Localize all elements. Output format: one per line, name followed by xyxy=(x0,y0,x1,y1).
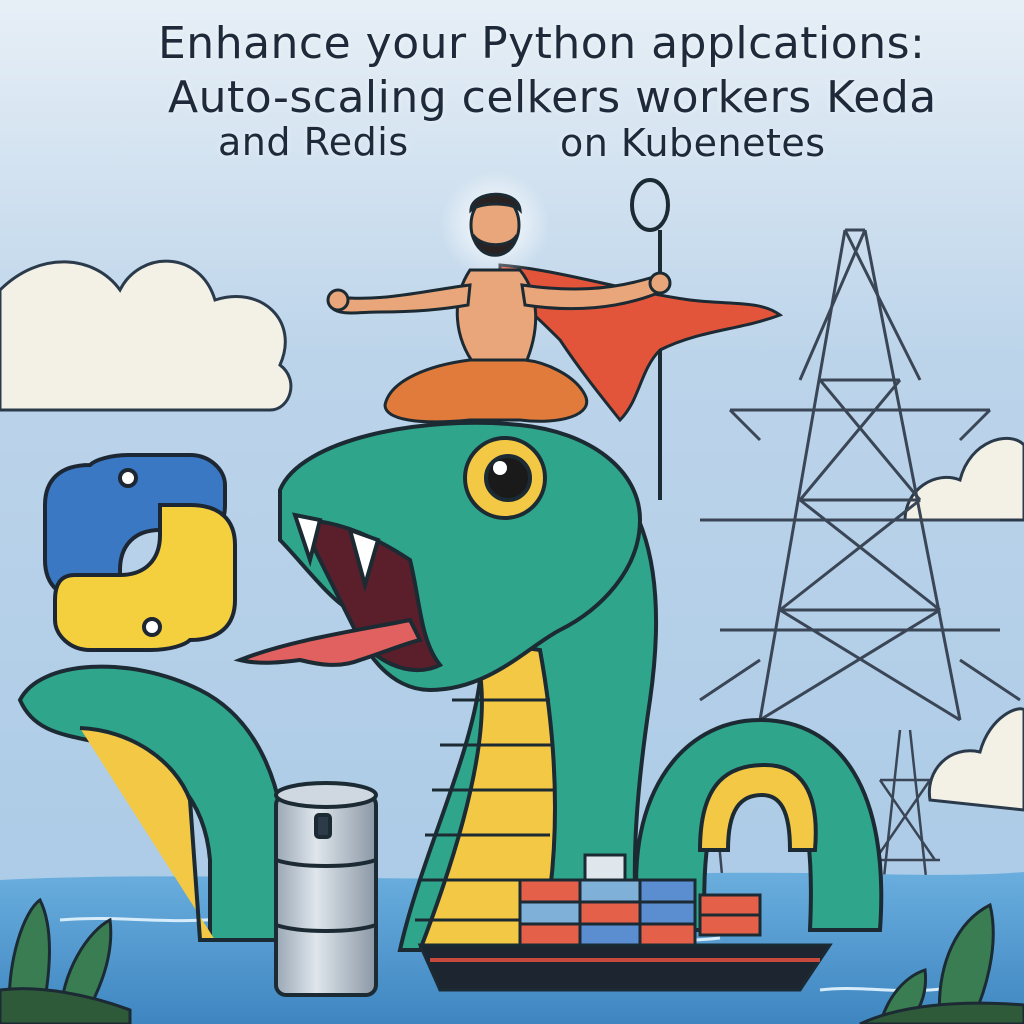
cylinder-database-icon xyxy=(274,781,378,997)
headline-line-1: Enhance your Python applcations: xyxy=(158,18,926,69)
illustration-scene: Enhance your Python applcations: Auto-sc… xyxy=(0,0,1024,1024)
illustration-artwork xyxy=(0,0,1024,1024)
headline-line-3a: and Redis xyxy=(218,120,409,164)
headline-line-2: Auto-scaling celkers workers Keda xyxy=(168,72,937,123)
headline-line-3b: on Kubenetes xyxy=(560,121,826,165)
